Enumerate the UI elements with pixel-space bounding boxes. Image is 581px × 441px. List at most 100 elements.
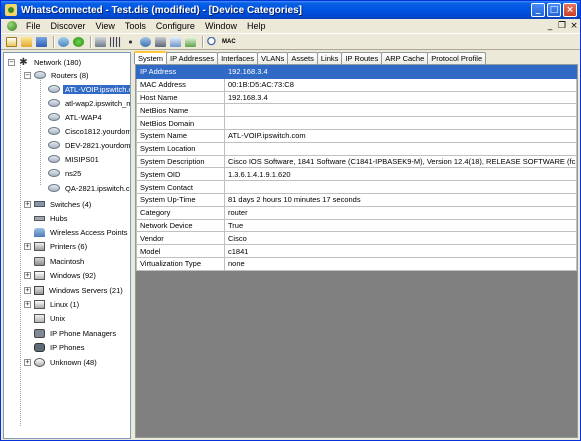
- table-row[interactable]: Network Device True: [136, 218, 577, 233]
- table-row[interactable]: System Up-Time 81 days 2 hours 10 minutes…: [136, 192, 577, 207]
- table-row[interactable]: MAC Address 00:1B:D5:AC:73:C8: [136, 77, 577, 92]
- tab-system[interactable]: System: [134, 51, 168, 64]
- table-row[interactable]: NetBios Domain: [136, 116, 577, 130]
- tree-node-router-device[interactable]: MISIPS01: [48, 153, 101, 165]
- new-button[interactable]: [5, 35, 18, 48]
- tree-node-router-device[interactable]: Cisco1812.yourdomain.com: [48, 125, 130, 137]
- table-row[interactable]: IP Address 192.168.3.4: [136, 65, 577, 79]
- application-window: WhatsConnected - Test.dis (modified) - […: [0, 0, 581, 441]
- collapse-toggle[interactable]: −: [8, 58, 15, 66]
- tree-node-switches[interactable]: + Switches (4): [24, 198, 93, 210]
- tab-ip-addresses[interactable]: IP Addresses: [166, 52, 219, 64]
- tab-arp-cache[interactable]: ARP Cache: [381, 52, 429, 64]
- expand-toggle[interactable]: +: [24, 271, 31, 279]
- expand-toggle[interactable]: +: [24, 200, 31, 208]
- tree-node-network[interactable]: − ✱ Network (180): [8, 56, 83, 68]
- router-icon: [48, 85, 60, 93]
- tree-node-label: Printers (6): [50, 241, 88, 251]
- property-name: Vendor: [136, 231, 225, 246]
- tree-node-routers[interactable]: − Routers (8): [24, 69, 91, 81]
- table-row[interactable]: Vendor Cisco: [136, 231, 577, 246]
- add-button[interactable]: [72, 35, 85, 48]
- table-row[interactable]: System Contact: [136, 180, 577, 194]
- property-name: NetBios Name: [136, 103, 225, 118]
- menu-configure[interactable]: Configure: [151, 19, 200, 33]
- maximize-button[interactable]: □: [547, 3, 561, 17]
- discover-button[interactable]: [139, 35, 152, 48]
- menu-window[interactable]: Window: [200, 19, 242, 33]
- table-row[interactable]: System Description Cisco IOS Software, 18…: [136, 154, 577, 169]
- tree-node-label: Windows Servers (21): [49, 285, 123, 295]
- import-button[interactable]: [169, 35, 182, 48]
- tab-ip-routes[interactable]: IP Routes: [341, 52, 383, 64]
- tree-node-router-device[interactable]: ns25: [48, 167, 83, 179]
- tree-node-printers[interactable]: + Printers (6): [24, 240, 89, 252]
- tree-node-router-device[interactable]: QA-2821.ipswitch.com: [48, 182, 130, 194]
- expand-toggle[interactable]: +: [24, 300, 31, 308]
- table-row[interactable]: Host Name 192.168.3.4: [136, 90, 577, 105]
- printer-icon: [34, 241, 45, 251]
- tree-node-wireless-access-points[interactable]: Wireless Access Points: [34, 226, 130, 238]
- table-row[interactable]: Model c1841: [136, 244, 577, 258]
- tree-node-windows[interactable]: + Windows (92): [24, 269, 98, 281]
- property-value: 192.168.3.4: [224, 65, 577, 79]
- collapse-toggle[interactable]: −: [24, 71, 31, 79]
- table-row[interactable]: NetBios Name: [136, 103, 577, 118]
- grid-button[interactable]: [109, 35, 122, 48]
- close-button[interactable]: ×: [563, 3, 577, 17]
- title-bar[interactable]: WhatsConnected - Test.dis (modified) - […: [1, 1, 580, 19]
- tab-interfaces[interactable]: Interfaces: [217, 52, 259, 64]
- device-category-tree[interactable]: − ✱ Network (180) − Routers (8) ATL-VOIP…: [3, 52, 131, 439]
- tab-assets[interactable]: Assets: [287, 52, 318, 64]
- export-button[interactable]: [184, 35, 197, 48]
- table-row[interactable]: System Location: [136, 141, 577, 156]
- menu-file[interactable]: File: [21, 19, 46, 33]
- devices-icon: [155, 36, 166, 47]
- devices-button[interactable]: [154, 35, 167, 48]
- expand-toggle[interactable]: +: [24, 286, 31, 294]
- mdi-minimize-button[interactable]: _: [544, 21, 556, 31]
- category-button[interactable]: [94, 35, 107, 48]
- table-row[interactable]: System OID 1.3.6.1.4.1.9.1.620: [136, 167, 577, 182]
- menu-view[interactable]: View: [91, 19, 120, 33]
- search-icon: [207, 36, 218, 47]
- tree-node-hubs[interactable]: Hubs: [34, 212, 70, 224]
- tree-node-label: Unknown (48): [50, 357, 97, 367]
- table-row[interactable]: Category router: [136, 205, 577, 220]
- tree-node-label: Unix: [50, 313, 66, 323]
- minimize-button[interactable]: _: [531, 3, 545, 17]
- tree-node-ip-phone-managers[interactable]: IP Phone Managers: [34, 327, 118, 339]
- mdi-restore-button[interactable]: ❐: [556, 21, 568, 31]
- macintosh-icon: [34, 256, 45, 266]
- tab-links[interactable]: Links: [316, 52, 343, 64]
- save-button[interactable]: [35, 35, 48, 48]
- table-row[interactable]: System Name ATL-VOIP.ipswitch.com: [136, 128, 577, 143]
- menu-discover[interactable]: Discover: [46, 19, 91, 33]
- tree-node-linux[interactable]: + Linux (1): [24, 298, 81, 310]
- tree-node-macintosh[interactable]: Macintosh: [34, 255, 86, 267]
- mac-lookup-button[interactable]: MAC: [221, 35, 239, 48]
- table-row[interactable]: Virtualization Type none: [136, 256, 577, 271]
- tree-node-router-device[interactable]: DEV-2821.yourdomain.com: [48, 139, 130, 151]
- tree-node-unix[interactable]: Unix: [34, 312, 67, 324]
- document-icon[interactable]: [7, 21, 17, 31]
- expand-toggle[interactable]: +: [24, 358, 31, 366]
- property-value: none: [224, 256, 577, 271]
- network-button[interactable]: [124, 35, 137, 48]
- tab-protocol-profile[interactable]: Protocol Profile: [427, 52, 487, 64]
- tree-node-router-device[interactable]: ATL-WAP4: [48, 111, 104, 123]
- menu-tools[interactable]: Tools: [120, 19, 151, 33]
- tree-node-router-device[interactable]: atl-wap2.ipswitch_m.ipswitch.com: [48, 97, 130, 109]
- tree-node-ip-phones[interactable]: IP Phones: [34, 341, 86, 353]
- tree-node-router-device[interactable]: ATL-VOIP.ipswitch.com: [48, 83, 130, 95]
- tree-node-unknown[interactable]: + Unknown (48): [24, 356, 99, 368]
- open-button[interactable]: [20, 35, 33, 48]
- search-button[interactable]: [206, 35, 219, 48]
- tab-vlans[interactable]: VLANs: [257, 52, 289, 64]
- menu-help[interactable]: Help: [242, 19, 271, 33]
- expand-toggle[interactable]: +: [24, 242, 31, 250]
- tree-node-label: ATL-VOIP.ipswitch.com: [63, 84, 130, 94]
- mdi-close-button[interactable]: ×: [568, 21, 580, 31]
- scan-button[interactable]: [57, 35, 70, 48]
- tree-node-windows-servers[interactable]: + Windows Servers (21): [24, 284, 125, 296]
